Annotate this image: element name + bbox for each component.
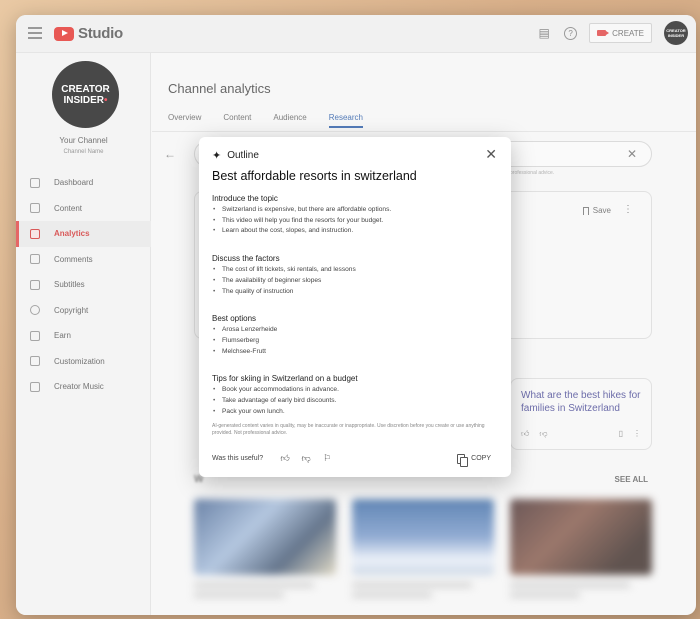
section-title: Best options	[212, 314, 257, 324]
report-icon[interactable]: ⚐	[321, 453, 333, 464]
outline-dialog: ✦ Outline ✕ Best affordable resorts in s…	[199, 137, 511, 477]
bullet-item: The cost of lift tickets, ski rentals, a…	[212, 265, 502, 276]
thumbs-up-icon[interactable]: 👍︎	[279, 453, 291, 464]
bullet-item: Flumserberg	[212, 336, 502, 347]
bullet-list: The cost of lift tickets, ski rentals, a…	[212, 265, 502, 297]
thumbs-down-icon[interactable]: 👎︎	[300, 453, 312, 464]
copy-button[interactable]: COPY	[457, 453, 491, 467]
copy-icon	[457, 453, 469, 467]
bullet-item: The availability of beginner slopes	[212, 276, 502, 287]
section-title: Introduce the topic	[212, 194, 278, 203]
copy-label: COPY	[471, 455, 491, 462]
bullet-item: The quality of instruction	[212, 287, 502, 298]
bullet-item: Book your accommodations in advance.	[212, 385, 502, 396]
outline-body: Introduce the topic Switzerland is expen…	[212, 194, 502, 434]
sparkle-icon: ✦	[212, 150, 222, 162]
bullet-item: This video will help you find the resort…	[212, 216, 502, 227]
dialog-header: ✦ Outline	[212, 149, 259, 162]
bullet-list: Switzerland is expensive, but there are …	[212, 205, 502, 237]
dialog-footer: Was this useful? 👍︎ 👎︎ ⚐ COPY	[212, 453, 491, 467]
bullet-item: Learn about the cost, slopes, and instru…	[212, 226, 502, 237]
bullet-list: Arosa Lenzerheide Flumserberg Melchsee-F…	[212, 325, 502, 357]
bullet-item: Melchsee-Frutt	[212, 347, 502, 358]
section-title: Tips for skiing in Switzerland on a budg…	[212, 374, 358, 384]
close-icon[interactable]: ✕	[485, 146, 497, 163]
bullet-list: Book your accommodations in advance. Tak…	[212, 385, 502, 417]
outline-title: Best affordable resorts in switzerland	[212, 169, 417, 183]
dialog-header-label: Outline	[227, 150, 259, 161]
useful-label: Was this useful?	[212, 455, 264, 462]
ai-disclaimer: AI-generated content varies in quality, …	[212, 423, 485, 436]
bullet-item: Pack your own lunch.	[212, 407, 502, 418]
bullet-item: Take advantage of early bird discounts.	[212, 396, 502, 407]
section-title: Discuss the factors	[212, 254, 280, 264]
bullet-item: Switzerland is expensive, but there are …	[212, 205, 502, 216]
bullet-item: Arosa Lenzerheide	[212, 325, 502, 336]
